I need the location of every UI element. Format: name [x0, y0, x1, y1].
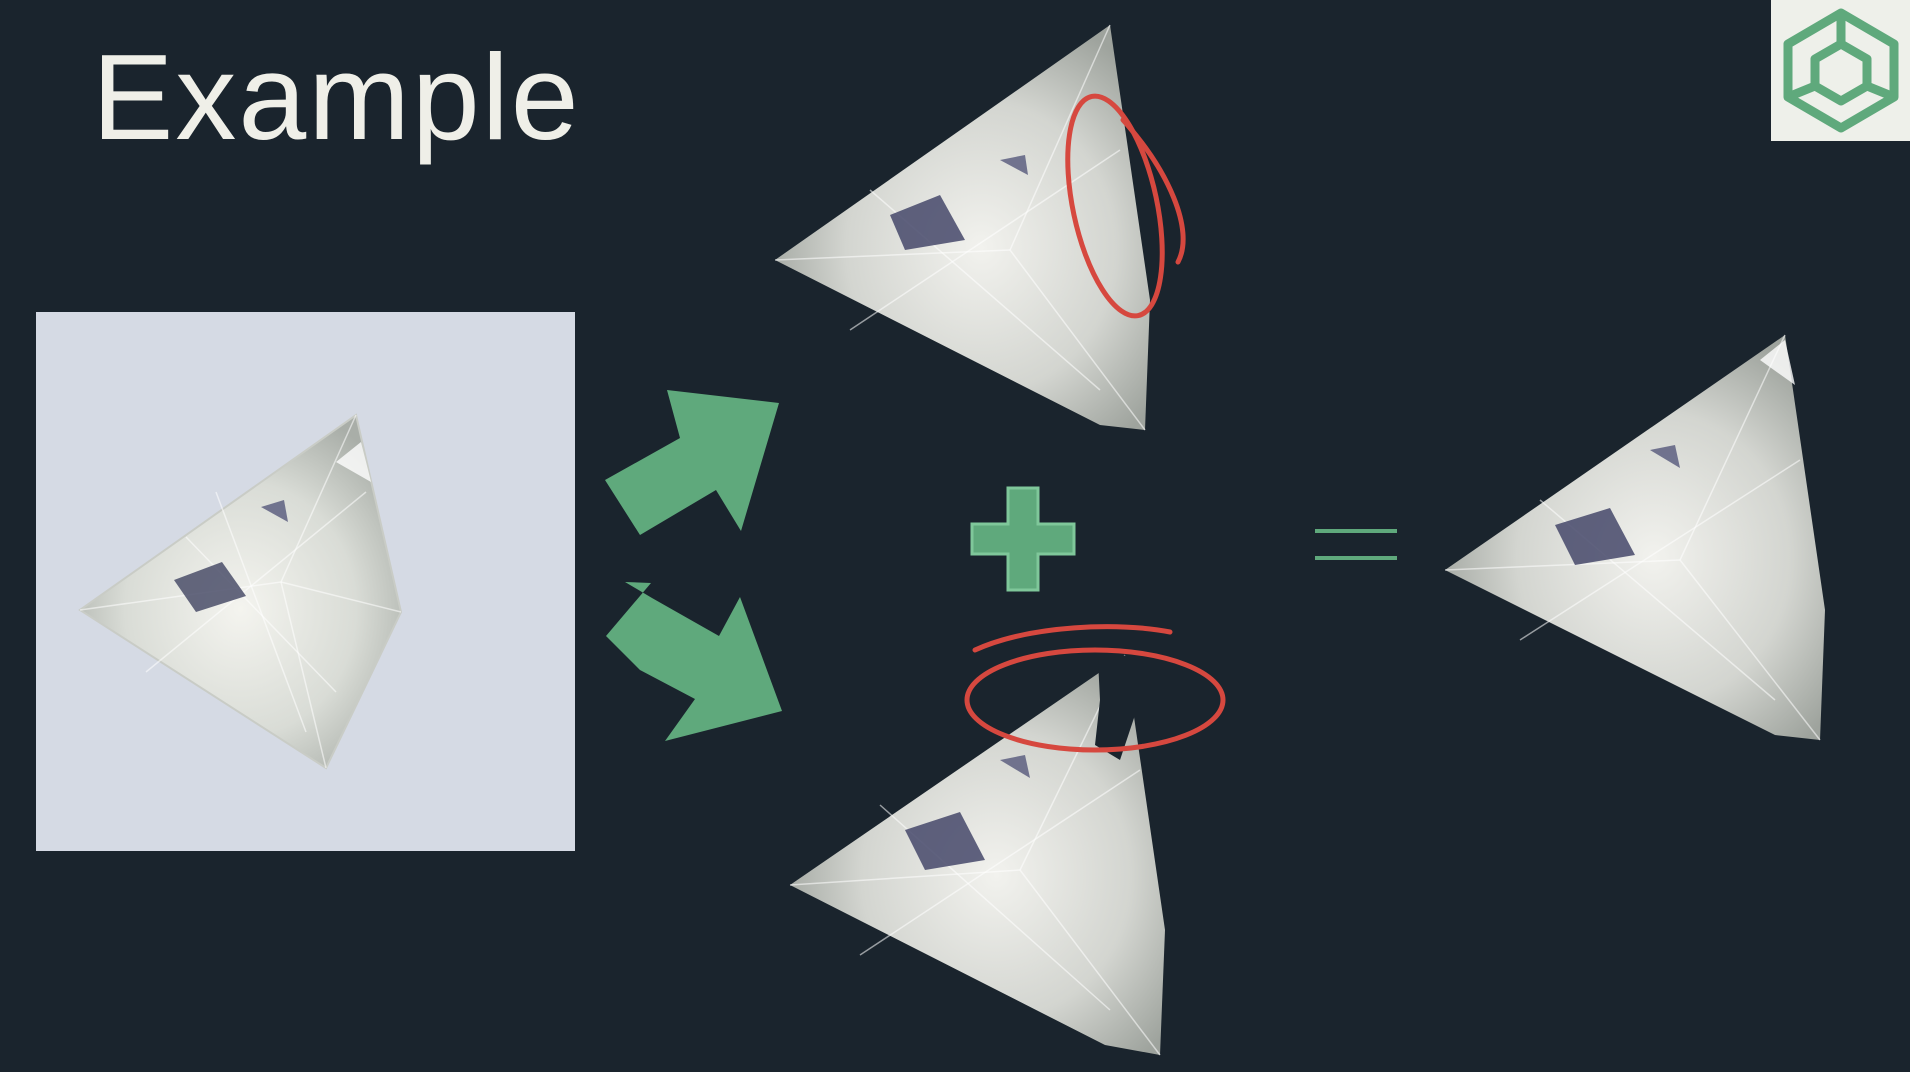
- slide: Example: [0, 0, 1910, 1072]
- diamond-top-image: [774, 24, 1150, 431]
- diamond-bottom-image: [789, 654, 1165, 1056]
- arrow-up-right-icon: [605, 390, 779, 535]
- diamond-result-image: [1444, 334, 1825, 741]
- process-diagram: [605, 24, 1825, 1056]
- equals-icon: [1315, 529, 1397, 560]
- arrow-down-right-icon: [606, 582, 782, 741]
- plus-icon: [970, 486, 1076, 592]
